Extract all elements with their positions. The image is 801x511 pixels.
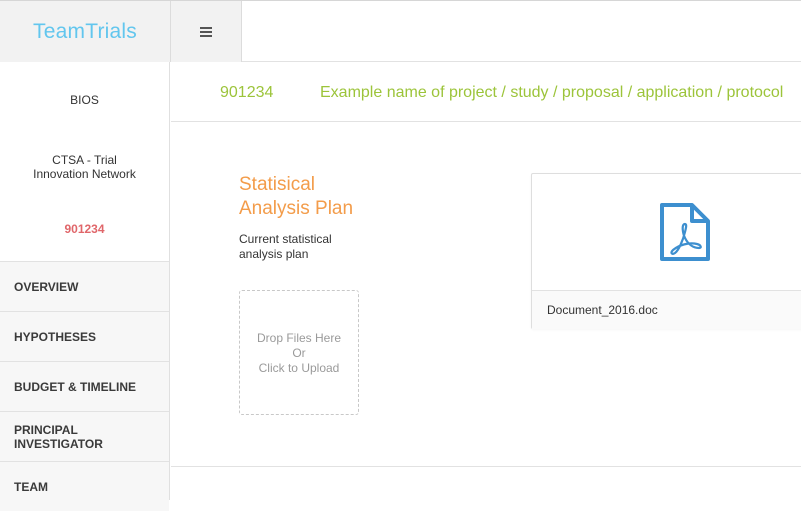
sidebar-item-label: HYPOTHESES — [14, 329, 97, 344]
section-title: Statisical Analysis Plan — [239, 173, 399, 221]
sidebar-item-budget-timeline[interactable]: BUDGET & TIMELINE — [0, 361, 169, 411]
project-header: 901234 Example name of project / study /… — [171, 62, 801, 122]
dropzone-line1: Drop Files Here — [256, 331, 342, 345]
sidebar-item-hypotheses[interactable]: HYPOTHESES — [0, 311, 169, 361]
menu-toggle-button[interactable] — [170, 1, 242, 62]
section-description-line2: analysis plan — [239, 247, 309, 261]
top-bar: TeamTrials — [0, 0, 801, 62]
section-title-line2: Analysis Plan — [239, 198, 354, 219]
sidebar-department: BIOS — [70, 93, 99, 107]
sidebar-item-label: OVERVIEW — [14, 279, 79, 294]
sidebar-item-label: BUDGET & TIMELINE — [14, 379, 136, 394]
sidebar-program: CTSA - Trial Innovation Network — [0, 153, 169, 181]
file-footer: Document_2016.doc — [532, 291, 801, 329]
sidebar-item-team[interactable]: TEAM — [0, 461, 169, 511]
sidebar-item-label: TEAM — [14, 479, 48, 494]
dropzone-line2: Or — [292, 346, 306, 360]
sidebar-item-overview[interactable]: OVERVIEW — [0, 261, 169, 311]
dropzone-line3: Click to Upload — [258, 361, 340, 375]
file-card[interactable]: Document_2016.doc — [531, 173, 801, 329]
sidebar: BIOS CTSA - Trial Innovation Network 901… — [0, 62, 170, 511]
sidebar-program-line1: CTSA - Trial — [52, 153, 117, 167]
sidebar-item-label: PRINCIPAL INVESTIGATOR — [14, 422, 103, 451]
pdf-file-icon — [660, 203, 710, 261]
app-logo[interactable]: TeamTrials — [33, 20, 137, 44]
sidebar-program-line2: Innovation Network — [33, 167, 136, 181]
sidebar-item-principal-investigator[interactable]: PRINCIPAL INVESTIGATOR — [0, 411, 169, 461]
section-divider — [171, 466, 801, 467]
file-name[interactable]: Document_2016.doc — [547, 303, 658, 317]
sidebar-project-id: 901234 — [64, 222, 105, 236]
hamburger-menu-icon — [200, 26, 212, 37]
section-description-line1: Current statistical — [239, 232, 332, 246]
project-id: 901234 — [220, 84, 274, 101]
project-name: Example name of project / study / propos… — [320, 84, 784, 101]
file-preview[interactable] — [532, 174, 801, 291]
section-title-line1: Statisical — [239, 174, 316, 195]
file-dropzone[interactable]: Drop Files Here Or Click to Upload — [239, 290, 359, 415]
logo-area[interactable]: TeamTrials — [0, 1, 170, 62]
sidebar-nav: OVERVIEW HYPOTHESES BUDGET & TIMELINE PR… — [0, 261, 169, 511]
section-description: Current statistical analysis plan — [239, 232, 369, 262]
